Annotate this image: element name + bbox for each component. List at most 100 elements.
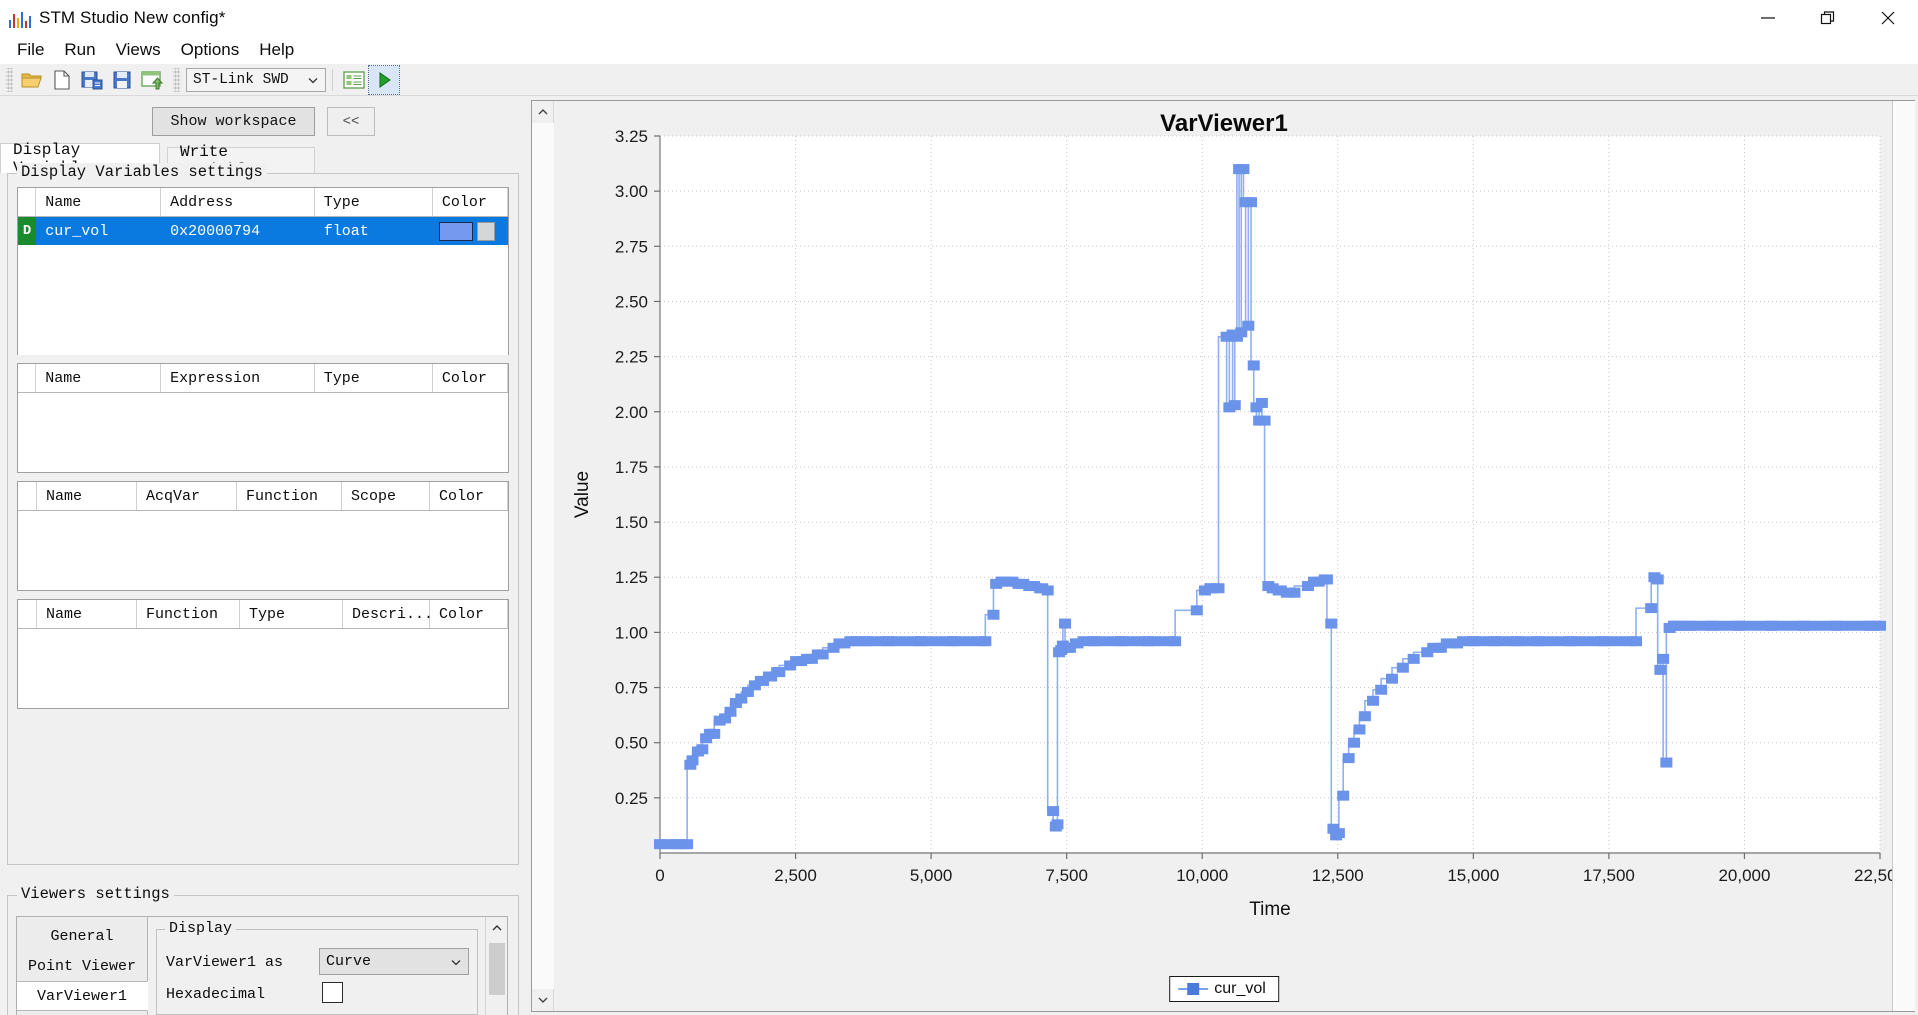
connection-select[interactable]: ST-Link SWD	[186, 67, 326, 92]
functions-table-header: Name Function Type Descri... Color	[18, 600, 508, 629]
col-expression[interactable]: Expression	[161, 364, 315, 392]
cell-address: 0x20000794	[170, 222, 261, 240]
import-icon[interactable]	[137, 66, 167, 94]
menu-options[interactable]: Options	[171, 39, 250, 61]
open-folder-icon[interactable]	[17, 66, 47, 94]
minimize-icon[interactable]	[1738, 0, 1798, 36]
col-name[interactable]: Name	[37, 482, 137, 510]
viewer-tab-general[interactable]: General	[17, 921, 147, 951]
svg-text:15,000: 15,000	[1447, 866, 1499, 885]
viewers-settings-group: Viewers settings General Point Viewer Va…	[7, 885, 519, 1015]
chevron-down-icon	[451, 959, 461, 965]
save-as-icon[interactable]	[77, 66, 107, 94]
row-header-corner	[18, 600, 37, 628]
menu-run[interactable]: Run	[54, 39, 105, 61]
toolbar-grip[interactable]	[6, 67, 13, 92]
toolbar-grip-2[interactable]	[173, 67, 180, 92]
variables-table[interactable]: Name Address Type Color D cur_vol 0x2000…	[17, 187, 509, 355]
display-variables-settings-legend: Display Variables settings	[17, 163, 267, 181]
svg-text:Value: Value	[572, 471, 593, 518]
log-view-icon[interactable]	[339, 66, 369, 94]
window-title: STM Studio New config*	[39, 8, 226, 27]
cell-color[interactable]	[433, 217, 508, 245]
col-name[interactable]: Name	[36, 364, 162, 392]
variables-table-body	[18, 245, 508, 355]
color-picker-button[interactable]	[477, 221, 496, 241]
col-color[interactable]: Color	[430, 600, 508, 628]
scrollbar-track[interactable]	[1893, 101, 1915, 1011]
viewer-settings-scrollbar[interactable]	[485, 917, 507, 1015]
scrollbar-thumb[interactable]	[489, 943, 505, 995]
acq-table[interactable]: Name AcqVar Function Scope Color	[17, 481, 509, 591]
svg-text:2.75: 2.75	[615, 237, 648, 256]
chart-svg[interactable]: 0.25 0.50 0.75 1.00 1.25 1.50 1.75 2.00 2.25 2.50…	[555, 101, 1893, 1011]
new-file-icon[interactable]	[47, 66, 77, 94]
variables-table-header: Name Address Type Color	[18, 188, 508, 217]
svg-text:1.75: 1.75	[615, 458, 648, 477]
cell-type: float	[323, 222, 369, 240]
chart-vertical-scrollbar-left[interactable]	[532, 101, 554, 1011]
col-name[interactable]: Name	[37, 600, 137, 628]
chart-legend[interactable]: cur_vol	[1169, 976, 1279, 1002]
col-function[interactable]: Function	[137, 600, 240, 628]
display-variables-settings-group: Display Variables settings Name Address …	[7, 163, 519, 865]
close-icon[interactable]	[1858, 0, 1918, 36]
col-address[interactable]: Address	[161, 188, 315, 216]
scrollbar-track[interactable]	[532, 123, 554, 989]
workspace-row: Show workspace <<	[0, 103, 527, 137]
col-function[interactable]: Function	[237, 482, 342, 510]
svg-text:1.00: 1.00	[615, 623, 648, 642]
chart-vertical-scrollbar-right[interactable]	[1892, 101, 1915, 1011]
chevron-up-icon[interactable]	[486, 917, 508, 939]
functions-table[interactable]: Name Function Type Descri... Color	[17, 599, 509, 709]
restore-icon[interactable]	[1798, 0, 1858, 36]
hexadecimal-label: Hexadecimal	[166, 986, 266, 1003]
chevron-up-icon[interactable]	[532, 101, 554, 123]
svg-text:3.25: 3.25	[615, 127, 648, 146]
svg-text:7,500: 7,500	[1045, 866, 1088, 885]
menu-help[interactable]: Help	[249, 39, 304, 61]
col-description[interactable]: Descri...	[343, 600, 433, 628]
col-name[interactable]: Name	[36, 188, 162, 216]
legend-label: cur_vol	[1214, 980, 1266, 997]
title-bar: STM Studio New config*	[0, 0, 1918, 36]
viewers-settings-legend: Viewers settings	[17, 885, 174, 903]
chart-plot-area[interactable]: VarViewer1 0.25 0.50 0.75 1.00 1.25 1.50 1.75 2…	[555, 101, 1893, 1011]
svg-text:1.25: 1.25	[615, 568, 648, 587]
display-group-legend: Display	[165, 920, 237, 937]
viewer-tab-varviewer1[interactable]: VarViewer1	[17, 981, 148, 1011]
acq-table-body	[18, 511, 508, 590]
collapse-button[interactable]: <<	[327, 107, 375, 136]
menu-file[interactable]: File	[7, 39, 54, 61]
col-color[interactable]: Color	[432, 188, 508, 216]
color-swatch[interactable]	[439, 221, 474, 241]
col-type[interactable]: Type	[314, 364, 433, 392]
expressions-table-header: Name Expression Type Color	[18, 364, 508, 393]
svg-text:Time: Time	[1249, 899, 1291, 920]
svg-text:0.50: 0.50	[615, 734, 648, 753]
col-color[interactable]: Color	[432, 364, 508, 392]
show-workspace-button[interactable]: Show workspace	[152, 107, 315, 136]
viewer-tab-list: General Point Viewer VarViewer1	[17, 917, 148, 1015]
svg-text:10,000: 10,000	[1176, 866, 1228, 885]
display-as-select[interactable]: Curve	[319, 948, 469, 975]
col-scope[interactable]: Scope	[342, 482, 430, 510]
stm-studio-window: STM Studio New config* File Run Views Op…	[0, 0, 1918, 1015]
col-type[interactable]: Type	[314, 188, 433, 216]
svg-text:0.25: 0.25	[615, 789, 648, 808]
chevron-down-icon	[308, 77, 318, 83]
expressions-table[interactable]: Name Expression Type Color	[17, 363, 509, 473]
menu-views[interactable]: Views	[106, 39, 171, 61]
viewer-tab-point-viewer[interactable]: Point Viewer	[17, 951, 147, 981]
display-fieldset: Display VarViewer1 as Curve Hexadecimal	[156, 920, 478, 1015]
cell-name: cur_vol	[45, 222, 109, 240]
run-icon[interactable]	[368, 64, 400, 95]
chevron-down-icon[interactable]	[532, 989, 554, 1011]
col-acqvar[interactable]: AcqVar	[137, 482, 237, 510]
col-color[interactable]: Color	[430, 482, 508, 510]
col-type[interactable]: Type	[240, 600, 343, 628]
acq-table-header: Name AcqVar Function Scope Color	[18, 482, 508, 511]
table-row[interactable]: D cur_vol 0x20000794 float	[18, 217, 508, 245]
hexadecimal-checkbox[interactable]	[322, 982, 343, 1003]
save-icon[interactable]	[107, 66, 137, 94]
